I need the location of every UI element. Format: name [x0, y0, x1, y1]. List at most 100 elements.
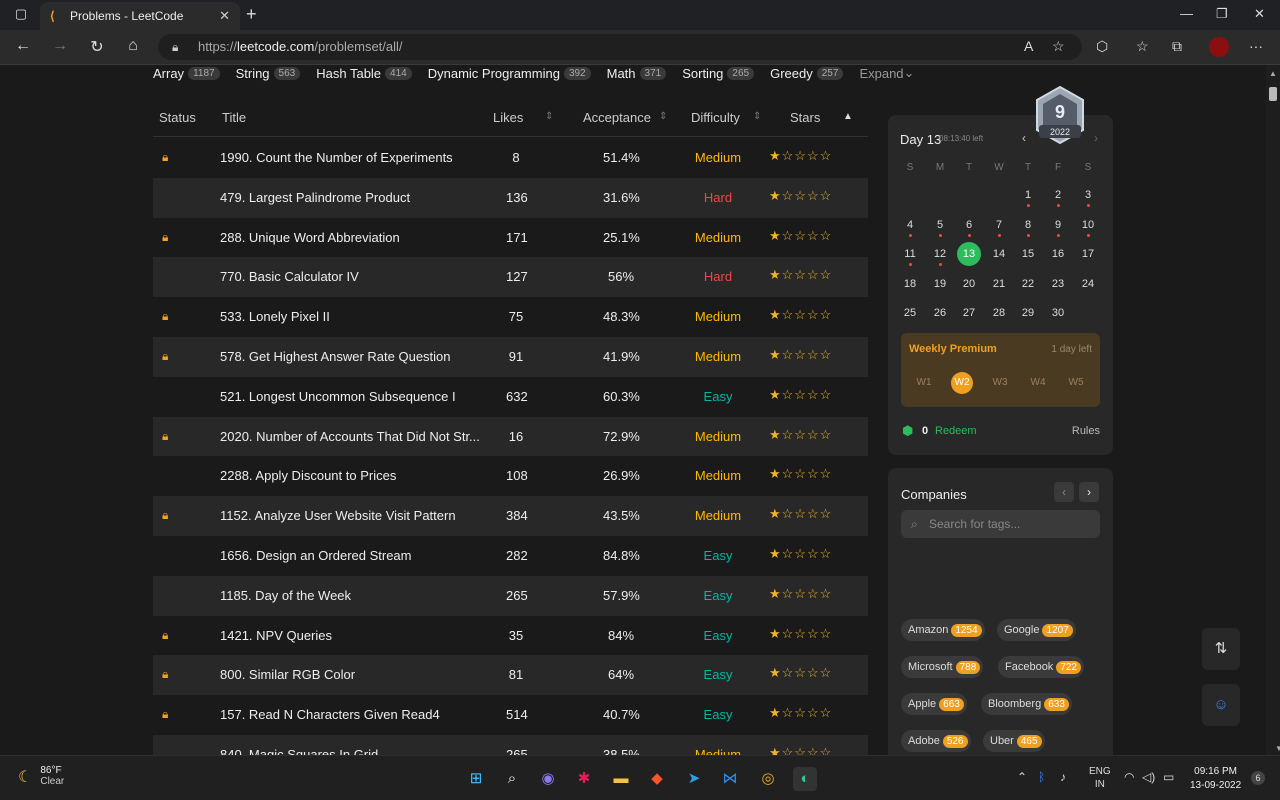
topic-tag[interactable]: Math 371 [607, 66, 667, 81]
home-icon[interactable]: ⌂ [123, 37, 143, 55]
problem-title[interactable]: 1990. Count the Number of Experiments [220, 150, 453, 165]
search-taskbar-icon[interactable]: ⌕ [500, 767, 524, 791]
calendar-day[interactable]: 24 [1078, 278, 1098, 290]
scroll-down-icon[interactable]: ▼ [1269, 744, 1280, 753]
problem-title[interactable]: 578. Get Highest Answer Rate Question [220, 349, 451, 364]
profile-avatar[interactable] [1209, 37, 1229, 57]
topic-tag[interactable]: Hash Table 414 [316, 66, 412, 81]
problem-row[interactable]: 479. Largest Palindrome Product 136 31.6% H… [153, 177, 868, 218]
week-label[interactable]: W3 [989, 377, 1011, 388]
close-tab-icon[interactable]: ✕ [219, 8, 230, 24]
calendar-day[interactable]: 17 [1078, 248, 1098, 260]
favorites-icon[interactable]: ☆ [1136, 38, 1149, 55]
brave-icon[interactable]: ◆ [645, 767, 669, 791]
calendar-day[interactable]: 19 [930, 278, 950, 290]
bluetooth-icon[interactable]: ᛒ [1038, 770, 1045, 784]
difficulty-sort-icon[interactable]: ⇕ [753, 111, 761, 122]
problem-title[interactable]: 800. Similar RGB Color [220, 667, 355, 682]
calendar-day[interactable]: 9 [1048, 219, 1068, 231]
calendar-day[interactable]: 26 [930, 307, 950, 319]
wifi-icon[interactable]: ◠ [1124, 770, 1134, 784]
week-label[interactable]: W5 [1065, 377, 1087, 388]
calendar-day-today[interactable]: 13 [957, 242, 981, 267]
problem-row[interactable]: 🔒︎ 157. Read N Characters Given Read4 514 4… [153, 695, 868, 735]
telegram-icon[interactable]: ➤ [682, 767, 706, 791]
calendar-next-icon[interactable]: › [1094, 131, 1098, 145]
calendar-prev-icon[interactable]: ‹ [1022, 131, 1026, 145]
language-indicator[interactable]: ENG IN [1089, 765, 1111, 791]
file-explorer-icon[interactable]: ▬ [609, 767, 633, 791]
calendar-day[interactable]: 28 [989, 307, 1009, 319]
problem-row[interactable]: 1656. Design an Ordered Stream 282 84.8% Ea… [153, 536, 868, 576]
close-window-icon[interactable]: ✕ [1254, 6, 1265, 22]
browser-tab[interactable]: ⟨ Problems - LeetCode ✕ [40, 2, 240, 30]
problem-stars-icon[interactable]: ★☆☆☆☆ [769, 626, 832, 642]
acceptance-sort-icon[interactable]: ⇕ [659, 111, 667, 122]
calendar-day[interactable]: 12 [930, 248, 950, 260]
calendar-day[interactable]: 21 [989, 278, 1009, 290]
likes-sort-icon[interactable]: ⇕ [545, 111, 553, 122]
problem-row[interactable]: 521. Longest Uncommon Subsequence I 632 60… [153, 377, 868, 417]
problem-stars-icon[interactable]: ★☆☆☆☆ [769, 506, 832, 522]
clock[interactable]: 09:16 PM 13-09-2022 [1190, 765, 1241, 793]
calendar-day[interactable]: 8 [1018, 219, 1038, 231]
tray-overflow-icon[interactable]: ⌃ [1017, 770, 1027, 784]
calendar-day[interactable]: 25 [900, 307, 920, 319]
calendar-day[interactable]: 27 [959, 307, 979, 319]
edge-icon[interactable]: ◐ [793, 767, 817, 791]
calendar-day[interactable]: 20 [959, 278, 979, 290]
problem-stars-icon[interactable]: ★☆☆☆☆ [769, 466, 832, 482]
problem-title[interactable]: 1421. NPV Queries [220, 628, 332, 643]
calendar-day[interactable]: 4 [900, 219, 920, 231]
problem-stars-icon[interactable]: ★☆☆☆☆ [769, 188, 832, 204]
problem-title[interactable]: 533. Lonely Pixel II [220, 309, 330, 324]
company-tag[interactable]: Facebook 722 [998, 656, 1084, 678]
volume-icon[interactable]: ◁) [1142, 770, 1155, 784]
problem-row[interactable]: 🔒︎ 1152. Analyze User Website Visit Patte… [153, 496, 868, 536]
problem-row[interactable]: 840. Magic Squares In Grid 265 38.5% Medium… [153, 734, 868, 755]
calendar-day[interactable]: 3 [1078, 189, 1098, 201]
calendar-day[interactable]: 7 [989, 219, 1009, 231]
extensions-icon[interactable]: ⬡ [1096, 38, 1108, 55]
calendar-day[interactable]: 1 [1018, 189, 1038, 201]
expand-topics-button[interactable]: Expand [859, 66, 903, 81]
weekly-premium-card[interactable]: Weekly Premium 1 day left W1 W2 W3 W4 W5 [901, 333, 1100, 407]
problem-stars-icon[interactable]: ★☆☆☆☆ [769, 347, 832, 363]
scroll-thumb[interactable] [1269, 87, 1277, 101]
daily-badge-icon[interactable]: 9 2022 [1033, 85, 1087, 145]
problem-row[interactable]: 🔒︎ 1421. NPV Queries 35 84% Easy ★☆☆☆☆ [153, 616, 868, 656]
column-status[interactable]: Status [159, 110, 196, 125]
more-icon[interactable]: ··· [1249, 38, 1263, 54]
week-label[interactable]: W4 [1027, 377, 1049, 388]
problem-title[interactable]: 2020. Number of Accounts That Did Not St… [220, 429, 480, 444]
calendar-day[interactable]: 5 [930, 219, 950, 231]
problem-title[interactable]: 1185. Day of the Week [220, 588, 351, 603]
weather-widget[interactable]: ☾ 86°F Clear [18, 765, 64, 787]
tab-actions-icon[interactable]: ▢ [12, 6, 30, 24]
problem-stars-icon[interactable]: ★☆☆☆☆ [769, 705, 832, 721]
problem-stars-icon[interactable]: ★☆☆☆☆ [769, 586, 832, 602]
problem-stars-icon[interactable]: ★☆☆☆☆ [769, 267, 832, 283]
problem-title[interactable]: 840. Magic Squares In Grid [220, 747, 378, 755]
rules-link[interactable]: Rules [1072, 425, 1100, 437]
problem-stars-icon[interactable]: ★☆☆☆☆ [769, 427, 832, 443]
start-icon[interactable]: ⊞ [464, 767, 488, 791]
problem-title[interactable]: 288. Unique Word Abbreviation [220, 230, 400, 245]
feedback-button[interactable]: ☺ [1202, 684, 1240, 726]
problem-title[interactable]: 157. Read N Characters Given Read4 [220, 707, 440, 722]
column-difficulty[interactable]: Difficulty [691, 110, 740, 125]
calendar-day[interactable]: 16 [1048, 248, 1068, 260]
company-tag[interactable]: Apple 663 [901, 693, 967, 715]
company-search-input[interactable]: ⌕ Search for tags... [901, 510, 1100, 538]
page-scrollbar[interactable]: ▲ ▼ [1266, 65, 1280, 755]
week-label[interactable]: W1 [913, 377, 935, 388]
favorite-star-icon[interactable]: ☆ [1052, 38, 1065, 55]
microphone-icon[interactable]: ♪ [1060, 770, 1066, 784]
problem-title[interactable]: 521. Longest Uncommon Subsequence I [220, 389, 456, 404]
problem-title[interactable]: 2288. Apply Discount to Prices [220, 468, 396, 483]
collections-icon[interactable]: ⧉ [1172, 38, 1182, 55]
stars-sort-icon[interactable]: ▲ [843, 111, 853, 122]
problem-row[interactable]: 🔒︎ 1990. Count the Number of Experiments 8… [153, 138, 868, 178]
problem-stars-icon[interactable]: ★☆☆☆☆ [769, 745, 832, 755]
calendar-day[interactable]: 22 [1018, 278, 1038, 290]
